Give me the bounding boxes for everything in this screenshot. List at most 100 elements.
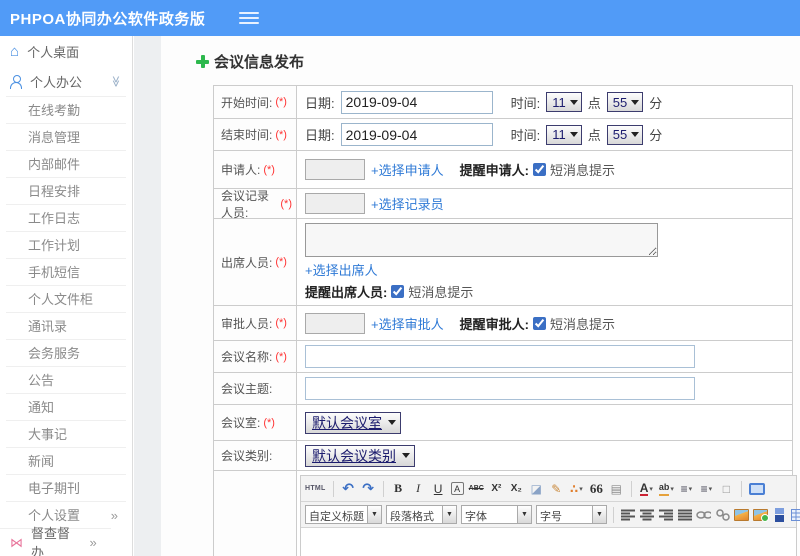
- chevron-down-icon: [631, 132, 640, 137]
- align-left-icon[interactable]: [620, 506, 635, 524]
- html-source-icon[interactable]: HTML: [305, 480, 326, 498]
- form-row-meeting-room: 会议室: (*) 默认会议室: [214, 405, 792, 441]
- form-row-end-time: 结束时间:(*) 日期: 时间: 11 点 55 分: [214, 119, 792, 151]
- new-page-icon[interactable]: □: [719, 480, 734, 498]
- bold-icon[interactable]: B: [391, 480, 406, 498]
- sidebar-item-label: 个人办公: [30, 74, 83, 90]
- end-date-input[interactable]: [340, 123, 493, 146]
- editor-toolbar-row2: 自定义标题 ▼ 段落格式 ▼ 字体 ▼ 字号 ▼: [301, 502, 800, 528]
- page-title: 会议信息发布: [196, 51, 304, 72]
- sidebar-item-work-plan[interactable]: 工作计划: [6, 231, 126, 258]
- unlink-icon[interactable]: [715, 506, 730, 524]
- sidebar-item-events[interactable]: 大事记: [6, 420, 126, 447]
- choose-applicant-link[interactable]: +选择申请人: [371, 160, 444, 179]
- paste-icon[interactable]: ▤: [609, 480, 624, 498]
- font-family-select[interactable]: 字体 ▼: [461, 505, 532, 524]
- sidebar-item-file-cabinet[interactable]: 个人文件柜: [6, 285, 126, 312]
- choose-attendees-link[interactable]: +选择出席人: [305, 260, 378, 279]
- recorder-input[interactable]: [305, 193, 365, 214]
- chevron-right-icon: »: [110, 508, 118, 523]
- sidebar-item-attendance[interactable]: 在线考勤: [6, 96, 126, 123]
- meeting-room-select[interactable]: 默认会议室: [305, 411, 401, 434]
- form-row-attendees: 出席人员: (*) +选择出席人 提醒出席人员: 短消息提示: [214, 219, 792, 306]
- approver-sms-checkbox[interactable]: [532, 316, 546, 330]
- eraser-icon[interactable]: ◪: [529, 480, 544, 498]
- magic-fill-icon[interactable]: ∴ ▾: [569, 480, 584, 498]
- start-hour-select[interactable]: 11: [546, 92, 582, 112]
- sidebar-item-news[interactable]: 新闻: [6, 447, 126, 474]
- sidebar: ⌂ 个人桌面 个人办公 ≫ 在线考勤 消息管理 内部邮件 日程安排 工作日志 工…: [0, 36, 133, 556]
- redo-icon[interactable]: ↷: [361, 480, 376, 498]
- choose-recorder-link[interactable]: +选择记录员: [371, 194, 444, 213]
- required-mark: (*): [280, 197, 292, 210]
- sidebar-item-internal-mail[interactable]: 内部邮件: [6, 150, 126, 177]
- paragraph-format-select[interactable]: 段落格式 ▼: [386, 505, 457, 524]
- attendees-sms-checkbox[interactable]: [391, 285, 405, 298]
- attendees-textarea[interactable]: [305, 223, 658, 257]
- sidebar-item-work-log[interactable]: 工作日志: [6, 204, 126, 231]
- blockquote-icon[interactable]: 66: [589, 480, 604, 498]
- approver-input[interactable]: [305, 312, 365, 334]
- meeting-category-select[interactable]: 默认会议类别: [305, 444, 415, 467]
- underline-icon[interactable]: U: [431, 480, 446, 498]
- font-size-select[interactable]: 字号 ▼: [536, 505, 607, 524]
- align-center-icon[interactable]: [639, 506, 654, 524]
- hamburger-icon[interactable]: [239, 10, 260, 26]
- required-mark: (*): [263, 416, 275, 429]
- choose-approver-link[interactable]: +选择审批人: [371, 314, 444, 333]
- sidebar-item-announcement[interactable]: 公告: [6, 366, 126, 393]
- supervise-icon: ⋈: [10, 534, 23, 550]
- sidebar-item-office[interactable]: 个人办公 ≫: [0, 66, 132, 96]
- form-row-meeting-name: 会议名称: (*): [214, 341, 792, 373]
- sidebar-item-notice[interactable]: 通知: [6, 393, 126, 420]
- app-title: PHPOA协同办公软件政务版: [10, 10, 206, 28]
- required-mark: (*): [275, 96, 287, 108]
- sidebar-item-contacts[interactable]: 通讯录: [6, 312, 126, 339]
- custom-heading-select[interactable]: 自定义标题 ▼: [305, 505, 382, 524]
- format-brush-icon[interactable]: ✎: [549, 480, 564, 498]
- sidebar-item-schedule[interactable]: 日程安排: [6, 177, 126, 204]
- editor-content[interactable]: [301, 528, 796, 556]
- font-box-icon[interactable]: A: [450, 482, 464, 495]
- sidebar-item-messages[interactable]: 消息管理: [6, 123, 126, 150]
- italic-icon[interactable]: I: [411, 480, 426, 498]
- sidebar-item-supervise[interactable]: ⋈ 督查督办 »: [0, 526, 111, 556]
- meeting-name-input[interactable]: [305, 345, 695, 368]
- form-row-meeting-category: 会议类别: 默认会议类别: [214, 441, 792, 471]
- subscript-icon[interactable]: X₂: [509, 480, 524, 498]
- page-split-icon[interactable]: [772, 506, 787, 524]
- form-row-start-time: 开始时间:(*) 日期: 时间: 11 点 55 分: [214, 86, 792, 119]
- meeting-form: 开始时间:(*) 日期: 时间: 11 点 55 分 结束时间:(*) 日期: …: [213, 85, 800, 556]
- sidebar-item-ejournal[interactable]: 电子期刊: [6, 474, 126, 501]
- end-hour-select[interactable]: 11: [546, 124, 582, 145]
- highlight-color-icon[interactable]: ab ▾: [658, 480, 674, 498]
- sidebar-gap: [134, 36, 161, 556]
- table-icon[interactable]: [791, 506, 800, 524]
- ordered-list-icon[interactable]: ≡ ▾: [679, 480, 694, 498]
- form-row-applicant: 申请人: (*) +选择申请人 提醒申请人: 短消息提示: [214, 151, 792, 189]
- undo-icon[interactable]: ↶: [341, 480, 356, 498]
- chevron-right-icon: »: [89, 534, 97, 550]
- chevron-down-icon: ▼: [517, 506, 531, 523]
- form-row-meeting-subject: 会议主题:: [214, 373, 792, 405]
- superscript-icon[interactable]: X²: [489, 480, 504, 498]
- end-minute-select[interactable]: 55: [606, 124, 644, 145]
- meeting-subject-input[interactable]: [305, 377, 695, 400]
- font-color-icon[interactable]: A ▾: [639, 480, 654, 498]
- start-date-input[interactable]: [340, 90, 493, 114]
- link-icon[interactable]: [696, 506, 711, 524]
- chevron-down-icon: [569, 99, 578, 105]
- unordered-list-icon[interactable]: ≡ ▾: [699, 480, 714, 498]
- fullscreen-icon[interactable]: [748, 480, 765, 498]
- align-justify-icon[interactable]: [677, 506, 692, 524]
- sidebar-item-sms[interactable]: 手机短信: [6, 258, 126, 285]
- start-minute-select[interactable]: 55: [606, 92, 644, 112]
- sidebar-item-desktop[interactable]: ⌂ 个人桌面: [0, 36, 132, 66]
- sidebar-item-meeting-service[interactable]: 会务服务: [6, 339, 126, 366]
- image-icon[interactable]: [734, 506, 749, 524]
- align-right-icon[interactable]: [658, 506, 673, 524]
- applicant-sms-checkbox[interactable]: [532, 163, 546, 176]
- applicant-input[interactable]: [305, 159, 365, 180]
- strikethrough-icon[interactable]: ABC: [469, 480, 484, 498]
- image-add-icon[interactable]: [753, 506, 769, 524]
